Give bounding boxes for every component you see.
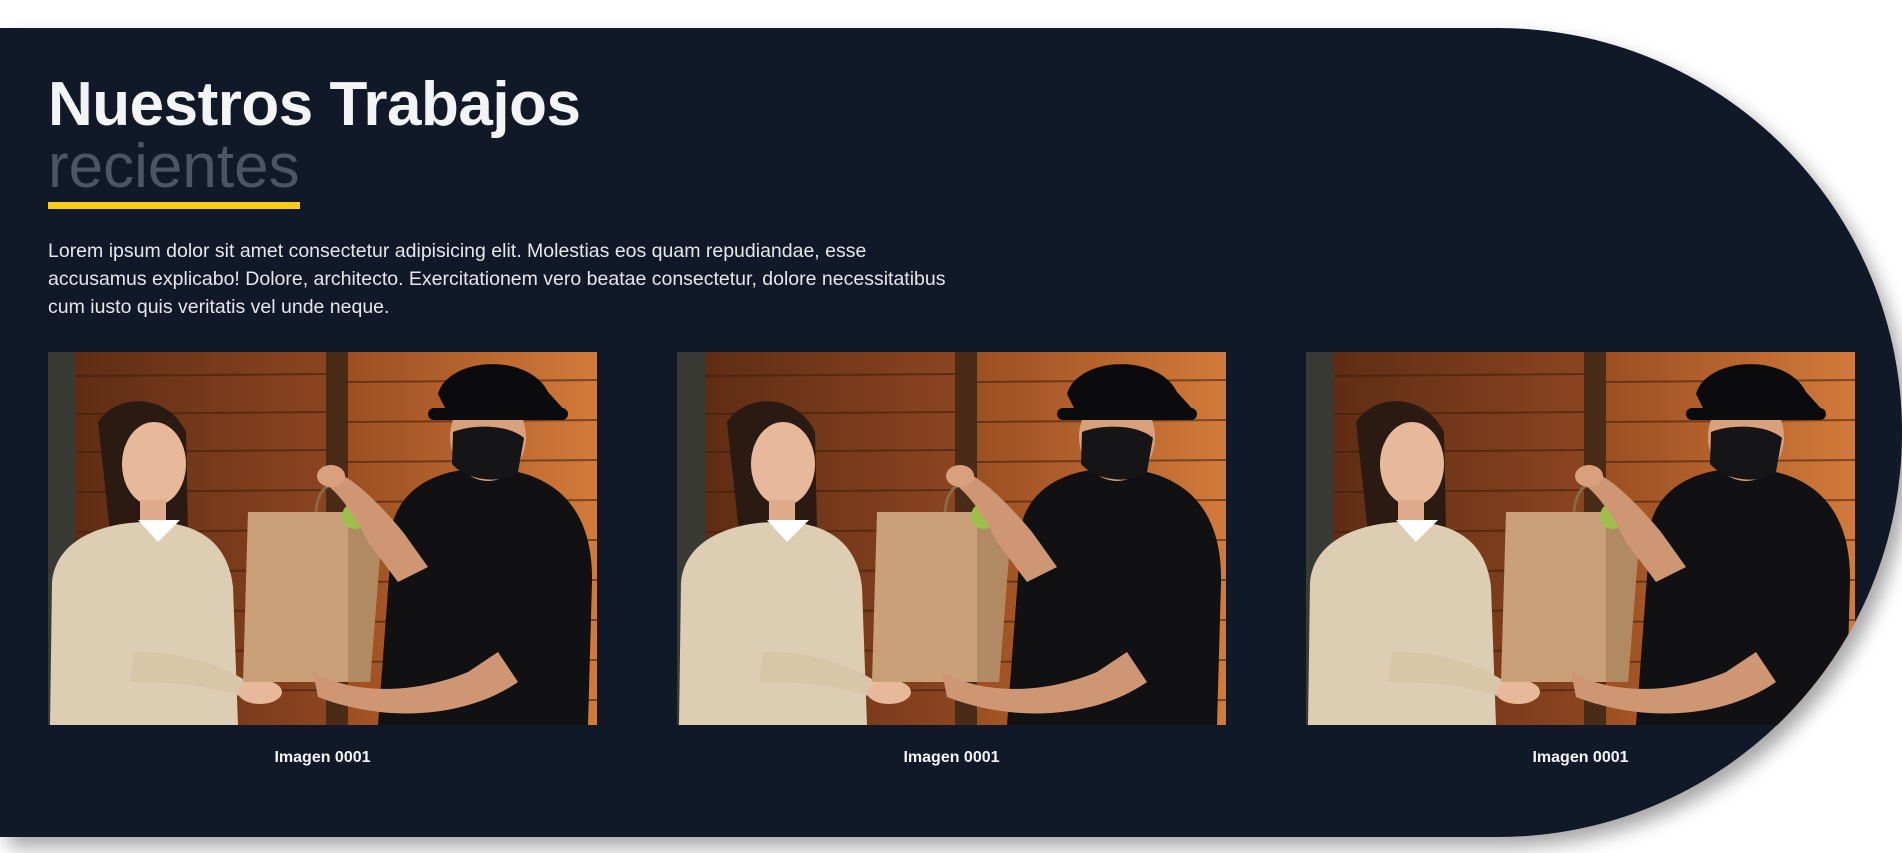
- section-description: Lorem ipsum dolor sit amet consectetur a…: [48, 240, 946, 318]
- section-subtitle: recientes: [48, 136, 300, 209]
- gallery-card[interactable]: Imagen 0001: [48, 352, 597, 767]
- gallery-image[interactable]: [1306, 352, 1855, 725]
- gallery-caption: Imagen 0001: [274, 749, 371, 766]
- gallery-image[interactable]: [48, 352, 597, 725]
- gallery-caption: Imagen 0001: [1532, 749, 1629, 766]
- gallery: Imagen 0001 Imagen 0001 Imagen 0001: [48, 352, 1856, 812]
- gallery-card[interactable]: Imagen 0001: [1306, 352, 1855, 767]
- works-section: Nuestros Trabajos recientes Lorem ipsum …: [0, 28, 1902, 837]
- section-title: Nuestros Trabajos: [48, 70, 581, 139]
- gallery-card[interactable]: Imagen 0001: [677, 352, 1226, 767]
- gallery-image[interactable]: [677, 352, 1226, 725]
- gallery-caption: Imagen 0001: [903, 749, 1000, 766]
